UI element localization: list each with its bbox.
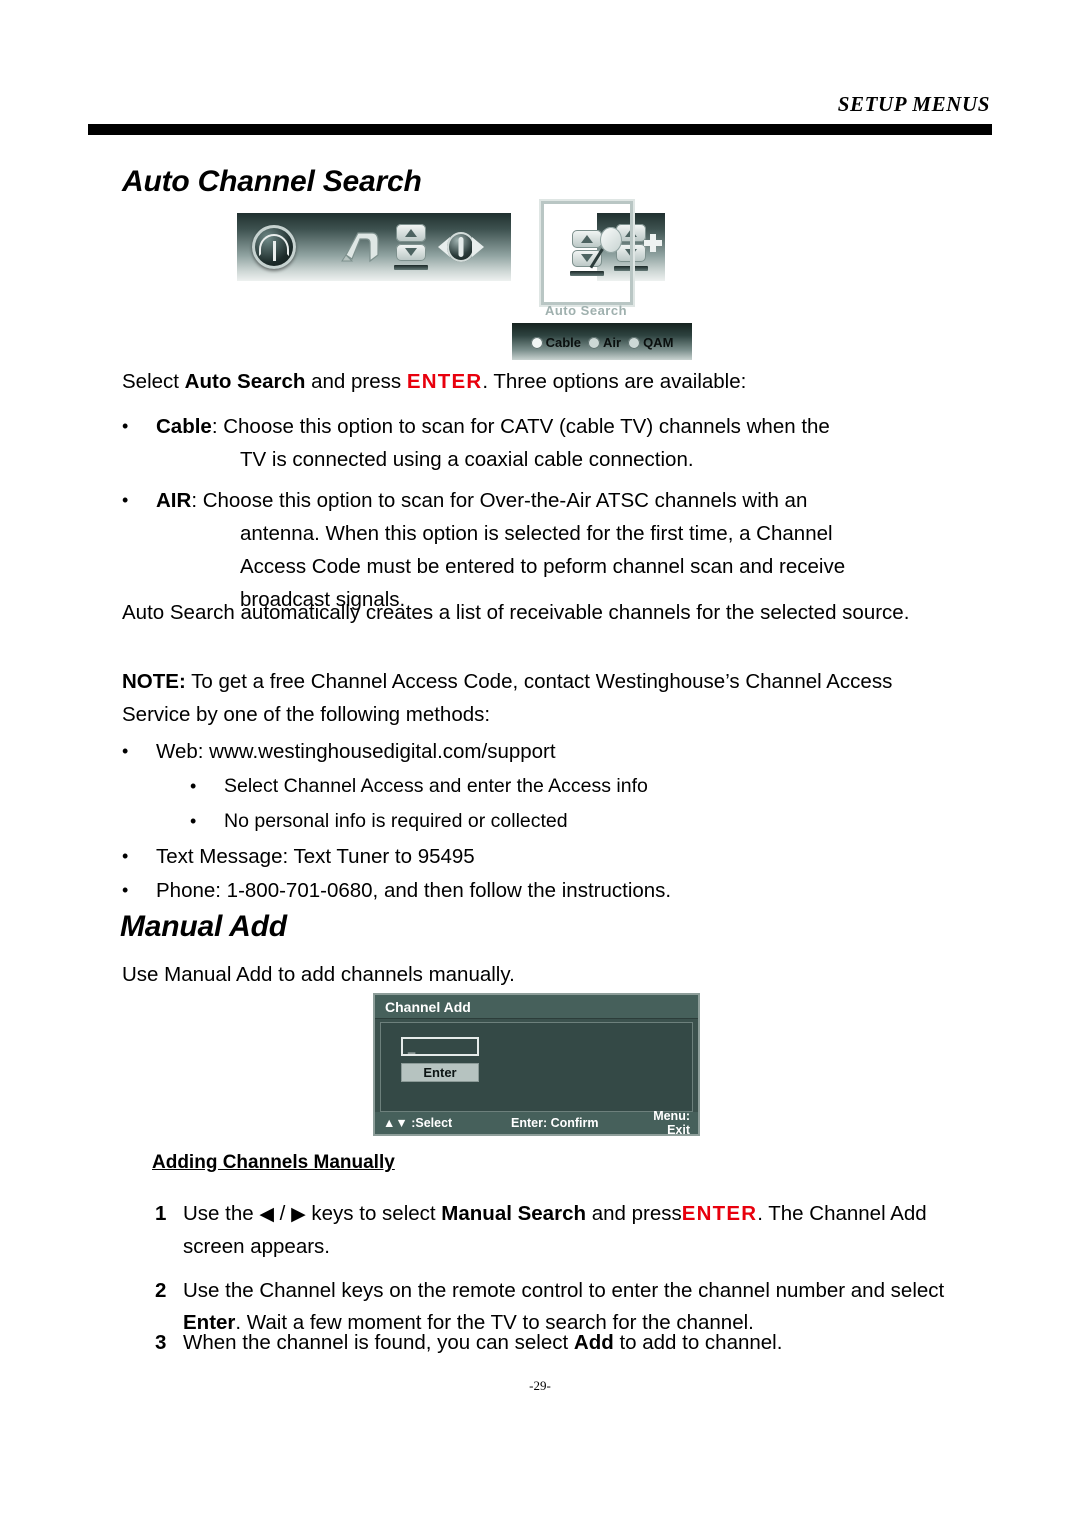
bullet-contact-text-message-text: Text Message: Text Tuner to 95495 [156,845,475,868]
step-3-number: 3 [155,1331,167,1354]
note-text: To get a free Channel Access Code, conta… [122,670,893,726]
channel-updown-icon [394,224,428,270]
bullet-cable-bold: Cable [156,415,212,438]
bullet-marker: • [122,416,129,436]
step-1-bold-manual-search: Manual Search [441,1202,586,1225]
bullet-contact-web: • Web: www.westinghousedigital.com/suppo… [122,735,972,768]
manual-add-intro: Use Manual Add to add channels manually. [122,963,515,986]
header-rule [88,124,992,135]
section-heading-manual-add: Manual Add [120,910,287,943]
bullet-contact-text-message: • Text Message: Text Tuner to 95495 [122,840,972,873]
plus-icon [644,234,662,252]
step-3: 3 When the channel is found, you can sel… [155,1327,995,1359]
channel-add-enter-button[interactable]: Enter [401,1063,479,1082]
note-label: NOTE: [122,670,186,693]
step-1-part2: keys to select [305,1202,442,1225]
globe-tuning-icon [438,227,484,267]
section-heading-auto-channel-search: Auto Channel Search [122,165,422,198]
header-title: SETUP MENUS [837,92,990,116]
source-selector-bar: Cable Air QAM [512,323,692,360]
channel-add-body: _ Enter [380,1022,693,1112]
bullet-contact-web-text: Web: www.westinghousedigital.com/support [156,740,556,763]
intro-part3: . Three options are available: [482,370,747,393]
bullet-marker: • [122,741,129,761]
step-2-part1: Use the Channel keys on the remote contr… [183,1279,945,1302]
intro-bold-auto-search: Auto Search [184,370,306,393]
bullet-contact-sub-no-personal-info: • No personal info is required or collec… [190,805,970,838]
source-option-qam-label: QAM [643,335,674,350]
source-option-cable-label: Cable [545,335,581,350]
footer-exit-hint: Menu: Exit [653,1109,690,1137]
page-number: -29- [529,1378,551,1393]
note-paragraph: NOTE: To get a free Channel Access Code,… [122,665,952,731]
source-option-qam[interactable]: QAM [628,335,673,350]
osd-menu-graphic: Auto Search Cable Air QAM [237,201,727,360]
channel-add-title: Channel Add [385,998,471,1015]
step-1-text: Use the ◀ / ▶ keys to select Manual Sear… [183,1198,985,1263]
step-3-text: When the channel is found, you can selec… [183,1327,995,1359]
channel-down-key [396,243,426,262]
radio-icon [588,336,600,349]
channel-add-footer: ▲▼ :Select Enter: Confirm Menu: Exit [375,1109,698,1137]
channel-up-key [396,224,426,242]
magnifier-icon [600,227,622,253]
arrow-left-icon: ◀ [259,1204,274,1225]
bullet-contact-phone: • Phone: 1-800-701-0680, and then follow… [122,874,972,907]
step-1-enter-key: ENTER [681,1202,758,1225]
sub-heading-adding-channels-manually: Adding Channels Manually [152,1152,395,1173]
radio-icon [530,336,543,349]
bullet-cable: • Cable: Choose this option to scan for … [122,410,972,476]
radio-icon [628,336,641,349]
step-1-slash: / [273,1202,292,1225]
arrow-right-icon: ▶ [291,1204,306,1225]
swoosh-arrow-icon [338,225,384,269]
bullet-contact-sub-select-access: • Select Channel Access and enter the Ac… [190,770,970,803]
source-option-air-label: Air [603,335,622,350]
intro-part1: Select [122,370,185,393]
page-header: SETUP MENUS [88,92,992,138]
bullet-marker: • [122,846,129,866]
bullet-marker: • [190,776,197,796]
bullet-cable-line1: : Choose this option to scan for CATV (c… [211,415,830,438]
bullet-air-bold: AIR [156,489,192,512]
channel-add-dialog: Channel Add _ Enter ▲▼ :Select Enter: Co… [373,993,700,1137]
step-1-number: 1 [155,1202,167,1225]
footer-confirm-hint: Enter: Confirm [511,1116,599,1130]
auto-search-paragraph: Auto Search automatically creates a list… [122,601,910,624]
intro-enter-key: ENTER [406,370,483,393]
bullet-cable-text: Cable: Choose this option to scan for CA… [156,410,972,476]
bullet-air-line1: : Choose this option to scan for Over-th… [191,489,808,512]
step-3-part1: When the channel is found, you can selec… [183,1331,574,1354]
bullet-cable-line2: TV is connected using a coaxial cable co… [240,448,694,471]
intro-part2: and press [305,370,407,393]
bullet-contact-sub2-text: No personal info is required or collecte… [224,810,568,832]
channel-number-input[interactable]: _ [401,1037,479,1056]
bullet-marker: • [190,811,197,831]
step-3-bold-add: Add [573,1331,614,1354]
auto-search-label: Auto Search [544,303,628,318]
step-1-part1: Use the [183,1202,260,1225]
footer-select-hint: ▲▼ :Select [383,1116,453,1130]
osd-strip-segment-left [237,213,311,281]
source-option-cable[interactable]: Cable [530,335,581,350]
bullet-contact-sub1-text: Select Channel Access and enter the Acce… [224,775,648,797]
channel-key-base [394,265,428,270]
intro-paragraph: Select Auto Search and press ENTER. Thre… [122,365,972,398]
bullet-air-line2: antenna. When this option is selected fo… [240,522,833,545]
osd-strip-segment-middle [311,213,511,281]
step-1: 1 Use the ◀ / ▶ keys to select Manual Se… [155,1198,985,1263]
bullet-contact-phone-text: Phone: 1-800-701-0680, and then follow t… [156,879,672,902]
bullet-air-line3: Access Code must be entered to peform ch… [240,555,846,578]
channel-add-titlebar: Channel Add [375,995,698,1019]
antenna-broadcast-icon [252,225,296,269]
auto-search-tile[interactable] [541,201,633,305]
step-1-part3: and press [586,1202,682,1225]
bullet-marker: • [122,880,129,900]
source-option-air[interactable]: Air [588,335,621,350]
step-3-part2: to add to channel. [613,1331,783,1354]
